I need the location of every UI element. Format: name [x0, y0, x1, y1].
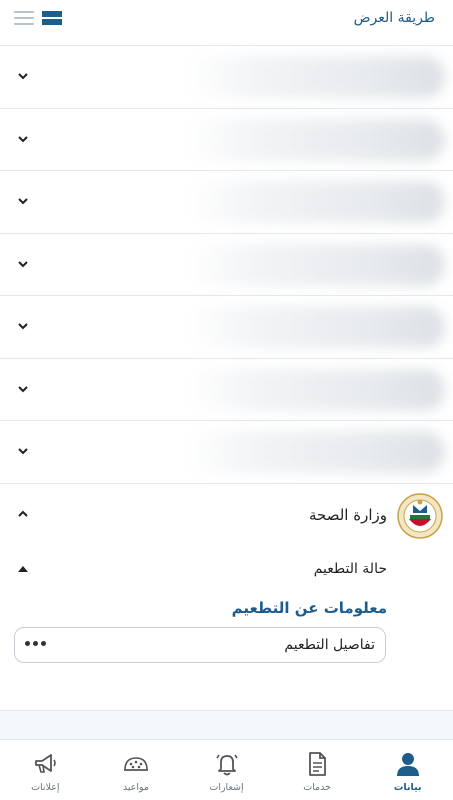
chevron-up-icon: [18, 510, 28, 517]
blurred-content: [185, 368, 445, 411]
top-bar: طريقة العرض: [0, 0, 453, 46]
accordion-row[interactable]: [0, 234, 453, 296]
content-bottom-band: [0, 711, 453, 739]
more-options-icon[interactable]: [25, 641, 46, 646]
accordion-row[interactable]: [0, 296, 453, 359]
view-mode-title: طريقة العرض: [353, 10, 435, 26]
caret-up-icon: [18, 566, 28, 572]
person-icon: [396, 753, 419, 776]
nav-item-announcements[interactable]: إعلانات: [0, 740, 91, 800]
accordion-list: [0, 46, 453, 484]
blurred-content: [185, 243, 445, 286]
list-view-icon[interactable]: [14, 11, 34, 25]
nav-label-notifications: إشعارات: [209, 782, 244, 793]
chevron-down-icon: [18, 448, 28, 455]
card-view-icon[interactable]: [42, 11, 62, 25]
ministry-of-health-section: وزارة الصحة حالة التطعيم معلومات عن التط…: [0, 484, 453, 711]
ministry-logo-icon: [397, 493, 443, 539]
accordion-row[interactable]: [0, 171, 453, 234]
calendar-icon: [123, 757, 148, 771]
chevron-down-icon: [18, 323, 28, 330]
nav-item-appointments[interactable]: مواعيد: [91, 740, 182, 800]
blurred-content: [185, 118, 445, 161]
accordion-row[interactable]: [0, 46, 453, 109]
nav-item-data[interactable]: بيانات: [362, 740, 453, 800]
accordion-row[interactable]: [0, 109, 453, 171]
blurred-content: [185, 56, 445, 98]
blurred-content: [185, 306, 445, 348]
ministry-name: وزارة الصحة: [309, 506, 387, 524]
accordion-row[interactable]: [0, 421, 453, 484]
vaccination-info-heading: معلومات عن التطعيم: [231, 599, 387, 617]
nav-label-announcements: إعلانات: [31, 782, 60, 793]
nav-item-notifications[interactable]: إشعارات: [181, 740, 272, 800]
nav-label-appointments: مواعيد: [122, 782, 149, 793]
blurred-content: [185, 181, 445, 223]
ministry-header[interactable]: وزارة الصحة: [0, 484, 453, 546]
vaccination-details-button[interactable]: تفاصيل التطعيم: [14, 627, 386, 663]
view-toggle: [14, 11, 62, 25]
chevron-down-icon: [18, 385, 28, 392]
blurred-content: [185, 431, 445, 473]
document-icon: [309, 752, 327, 776]
bell-icon: [215, 754, 238, 776]
chevron-down-icon: [18, 198, 28, 205]
vaccination-status-header[interactable]: حالة التطعيم: [0, 556, 453, 582]
megaphone-icon: [35, 754, 57, 773]
chevron-down-icon: [18, 135, 28, 142]
chevron-down-icon: [18, 260, 28, 267]
nav-item-services[interactable]: خدمات: [272, 740, 363, 800]
vaccination-details-label: تفاصيل التطعيم: [284, 637, 375, 653]
bottom-navigation: بيانات خدمات إشعارات مواعيد إعلانات: [0, 739, 453, 800]
nav-label-services: خدمات: [303, 782, 331, 793]
nav-label-data: بيانات: [393, 782, 422, 793]
accordion-row[interactable]: [0, 359, 453, 421]
chevron-down-icon: [18, 73, 28, 80]
vaccination-status-title: حالة التطعيم: [313, 561, 387, 577]
